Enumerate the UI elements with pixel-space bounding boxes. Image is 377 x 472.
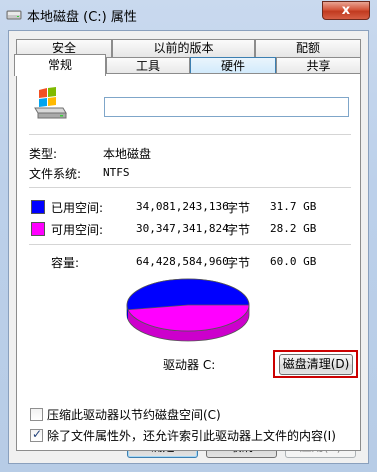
disk-usage-pie	[126, 278, 250, 342]
divider	[29, 134, 351, 135]
used-space-bytes: 34,081,243,136	[136, 200, 229, 213]
drive-name-input[interactable]	[104, 97, 349, 117]
tab-general[interactable]: 常规	[14, 54, 106, 76]
capacity-size: 60.0 GB	[270, 255, 317, 268]
used-space-slice	[126, 278, 250, 311]
free-space-swatch	[31, 222, 45, 236]
free-space-bytes: 30,347,341,824	[136, 222, 229, 235]
checkmark-icon: ✓	[32, 427, 43, 441]
disk-cleanup-button[interactable]: 磁盘清理(D)	[279, 354, 353, 375]
index-checkbox[interactable]: ✓	[30, 427, 43, 442]
free-space-size: 28.2 GB	[270, 222, 317, 235]
drive-icon	[6, 10, 22, 20]
drive-icon	[34, 87, 67, 119]
used-space-unit: 字节	[226, 201, 251, 215]
tab-quota[interactable]: 配额	[255, 39, 361, 57]
capacity-unit: 字节	[226, 256, 251, 270]
file-system-label: 文件系统:	[29, 167, 82, 181]
used-space-label: 已用空间:	[51, 201, 104, 215]
compress-checkbox[interactable]	[30, 408, 43, 421]
file-system-value: NTFS	[103, 166, 130, 179]
divider	[29, 244, 351, 245]
type-value: 本地磁盘	[103, 147, 152, 161]
title-bar: 本地磁盘 (C:) 属性 x	[0, 0, 377, 30]
drive-letter-label: 驱动器 C:	[163, 358, 216, 372]
used-space-swatch	[31, 200, 45, 214]
index-label: 除了文件属性外，还允许索引此驱动器上文件的内容(I)	[47, 429, 336, 443]
type-label: 类型:	[29, 147, 58, 161]
capacity-bytes: 64,428,584,960	[136, 255, 229, 268]
divider	[29, 187, 351, 188]
close-icon: x	[341, 3, 351, 18]
properties-dialog: 安全 以前的版本 配额 常规 工具 硬件 共享 类型: 本地磁盘 文件系统: N…	[8, 30, 369, 464]
free-space-label: 可用空间:	[51, 223, 104, 237]
tab-previous-versions[interactable]: 以前的版本	[112, 39, 255, 57]
compress-label: 压缩此驱动器以节约磁盘空间(C)	[47, 408, 221, 422]
window-title: 本地磁盘 (C:) 属性	[27, 10, 137, 25]
free-space-unit: 字节	[226, 223, 251, 237]
general-tab-panel: 类型: 本地磁盘 文件系统: NTFS 已用空间: 34,081,243,136…	[16, 73, 361, 451]
used-space-size: 31.7 GB	[270, 200, 317, 213]
close-button[interactable]: x	[322, 1, 370, 20]
capacity-label: 容量:	[51, 256, 80, 270]
